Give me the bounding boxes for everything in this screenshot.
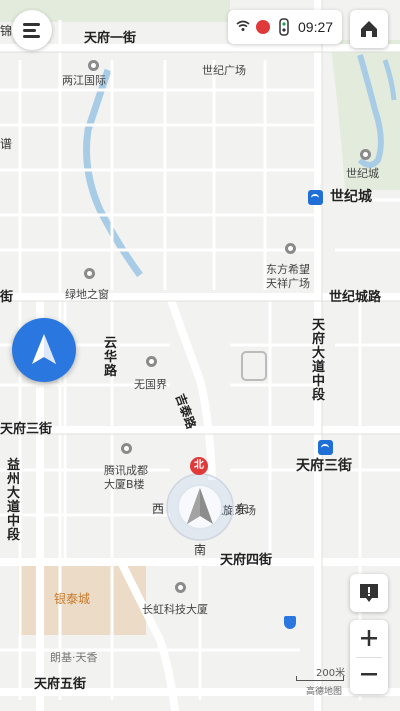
compass-south: 南 (194, 543, 207, 557)
poi-pin-icon (146, 356, 157, 367)
status-time: 09:27 (298, 19, 334, 35)
road-label: 天府五街 (34, 677, 87, 692)
zoom-in-icon[interactable] (350, 620, 388, 657)
poi-label: 无国界 (134, 378, 167, 391)
poi-pin-icon (84, 268, 95, 279)
poi-pin-icon (285, 243, 296, 254)
menu-icon (23, 23, 40, 38)
poi-label: 两江国际 (62, 74, 106, 87)
poi-label: 银泰城 (54, 592, 91, 606)
zoom-out-icon[interactable] (350, 657, 388, 694)
poi-label: 绿地之窗 (65, 288, 109, 301)
location-button[interactable] (12, 318, 76, 382)
compass-west: 西 (152, 502, 165, 516)
location-arrow-icon (32, 334, 56, 364)
home-icon (361, 21, 377, 37)
brand-logo: 高德地图 (306, 687, 343, 697)
road-label: 天府四街 (220, 553, 273, 568)
poi-label: 朗基·天香 (50, 651, 98, 664)
road-label: 益州大道中段 (7, 458, 21, 543)
road-label: 街 (0, 290, 14, 305)
home-button[interactable] (350, 10, 388, 48)
traffic-report-button[interactable] (350, 574, 388, 612)
poi-pin-icon (121, 443, 132, 454)
road-label: 谱 (0, 137, 13, 151)
compass-north: 北 (190, 457, 208, 475)
poi-label: 世纪城 (346, 167, 379, 180)
road-label: 锦 (0, 24, 13, 38)
traffic-light-icon (279, 18, 289, 36)
metro-icon (308, 190, 323, 205)
heading-ring (166, 473, 234, 541)
metro-icon (318, 440, 333, 455)
wifi-icon (236, 20, 250, 31)
road-label: 天府大道中段 (312, 318, 326, 403)
voice-assistant-icon (256, 20, 270, 34)
poi-pin-icon (175, 582, 186, 593)
road-label: 世纪城路 (329, 290, 382, 305)
road-label: 天府三街 (0, 422, 53, 437)
road-label: 天府三街 (296, 458, 352, 474)
metro-label: 世纪城 (330, 189, 372, 205)
traffic-report-icon (360, 584, 378, 602)
shield-icon (284, 616, 296, 629)
road-label: 云华路 (104, 336, 118, 379)
heading-compass (165, 472, 235, 542)
poi-label: 大厦B楼 (104, 478, 145, 491)
status-bar: 09:27 (228, 10, 342, 44)
compass-east: 东 (236, 502, 249, 516)
poi-label: 长虹科技大厦 (142, 603, 208, 616)
poi-label: 世纪广场 (202, 64, 246, 77)
poi-pin-icon (360, 149, 371, 160)
road-label: 天府一街 (84, 31, 137, 46)
zoom-controls (350, 620, 388, 694)
scale-bar (296, 676, 344, 681)
poi-label: 天祥广场 (266, 277, 310, 290)
menu-button[interactable] (12, 10, 52, 50)
poi-pin-icon (88, 60, 99, 71)
